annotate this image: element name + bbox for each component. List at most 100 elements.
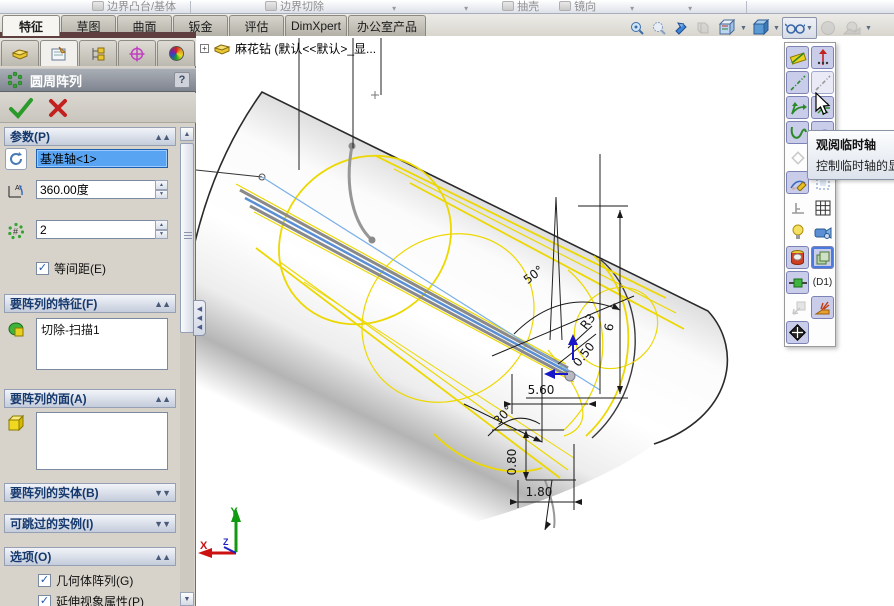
view-axes-icon[interactable] (811, 46, 834, 69)
tab-dimxpert-manager[interactable] (118, 40, 156, 66)
cancel-button[interactable] (48, 98, 68, 118)
list-item[interactable]: 切除-扫描1 (41, 321, 163, 338)
view-lights-icon[interactable] (786, 221, 809, 244)
boundary-cut-icon (265, 1, 277, 11)
features-listbox[interactable]: 切除-扫描1 (36, 318, 168, 370)
features-toolbar: 边界凸台/基体 边界切除 ▾ ▾ 抽壳 镜向 ▾ ▾ (0, 0, 894, 14)
menu-boundary-boss[interactable]: 边界凸台/基体 (86, 0, 182, 13)
view-cameras-icon[interactable] (811, 221, 834, 244)
view-planes-icon[interactable] (786, 46, 809, 69)
tab-evaluate[interactable]: 评估 (229, 15, 284, 36)
curve-handle[interactable] (349, 143, 356, 150)
tab-dimxpert[interactable]: DimXpert (285, 15, 347, 36)
view-curves-icon[interactable] (786, 121, 809, 144)
section-parameters[interactable]: 参数(P) ▲▲ (4, 127, 176, 146)
scrollbar-thumb[interactable] (180, 143, 194, 333)
triad-y-label: Y (230, 506, 238, 518)
panel-scrollbar[interactable]: ▲ ▼ (180, 127, 194, 606)
section-instances-to-skip[interactable]: 可跳过的实例(I) ▼▼ (4, 514, 176, 533)
panel-flyout-arrows[interactable]: ◀ ◀ ◀ (193, 300, 206, 336)
d1-label[interactable]: (D1) (811, 271, 834, 294)
model-cylinder-body[interactable] (196, 92, 727, 558)
section-options[interactable]: 选项(O) ▲▲ (4, 547, 176, 566)
instances-spinner[interactable]: ▲▼ (155, 220, 168, 239)
scroll-up-icon[interactable]: ▲ (180, 127, 194, 141)
faces-listbox[interactable] (36, 412, 168, 470)
propagate-visual-checkbox[interactable]: ✓ 延伸视象属性(P) (38, 593, 144, 606)
view-sensors-icon[interactable] (786, 271, 809, 294)
angle-spinner[interactable]: ▲▼ (155, 180, 168, 199)
menu-shell[interactable]: 抽壳 (496, 0, 545, 13)
view-navigation-icon[interactable] (786, 321, 809, 344)
dropdown-arrow-icon[interactable]: ▼ (865, 25, 874, 32)
display-style-icon[interactable] (749, 18, 773, 38)
part-icon (213, 42, 231, 56)
equal-spacing-checkbox[interactable]: ✓ 等间距(E) (36, 260, 106, 277)
configurations-icon (89, 46, 107, 62)
view-cable-icon[interactable] (786, 296, 809, 319)
dropdown-arrow-icon[interactable]: ▼ (773, 25, 782, 32)
dim-width[interactable]: 1.80 (526, 485, 553, 499)
tab-display-manager[interactable] (157, 40, 195, 66)
menu-boundary-cut[interactable]: 边界切除 (259, 0, 330, 13)
hide-show-items-icon (784, 18, 806, 38)
zoom-to-fit-icon[interactable] (626, 18, 648, 38)
view-decals-icon[interactable] (786, 246, 809, 269)
view-sketch-planes-icon[interactable] (786, 171, 809, 194)
expand-plus-icon[interactable]: + (200, 44, 209, 53)
solidworks-window: 边界凸台/基体 边界切除 ▾ ▾ 抽壳 镜向 ▾ ▾ 特征 草图 曲面 钣金 评… (0, 0, 894, 606)
instances-field[interactable]: 2 (36, 220, 168, 239)
appearances-icon[interactable] (817, 18, 839, 38)
section-features-to-pattern[interactable]: 要阵列的特征(F) ▲▲ (4, 294, 176, 313)
view-temporary-axes-off-icon[interactable] (811, 71, 834, 94)
previous-view-icon[interactable] (670, 18, 692, 38)
view-coordinate-systems-icon[interactable] (786, 96, 809, 119)
dropdown-arrow-icon[interactable]: ▾ (450, 4, 482, 13)
help-button[interactable]: ? (174, 72, 190, 88)
dropdown-arrow-icon[interactable]: ▾ (674, 4, 706, 13)
menu-mirror[interactable]: 镜向 (553, 0, 602, 13)
view-grid-icon[interactable] (811, 196, 834, 219)
expand-chevron-icon: ▼▼ (154, 488, 170, 498)
dropdown-arrow-icon[interactable]: ▼ (740, 25, 749, 32)
hide-show-items-button[interactable]: ▼ (782, 17, 817, 39)
dropdown-arrow-icon[interactable]: ▾ (378, 4, 410, 13)
ok-button[interactable] (8, 97, 34, 119)
tab-property-manager[interactable] (40, 40, 78, 66)
shell-icon (502, 1, 514, 11)
scene-icon[interactable] (839, 18, 865, 38)
geometry-pattern-checkbox[interactable]: ✓ 几何体阵列(G) (38, 572, 133, 589)
property-manager-panel: 圆周阵列 ? 参数(P) ▲▲ 基准轴<1> A 360.00度 ▲▼ # 2 (0, 32, 196, 606)
flyout-arrow-icon: ◀ (197, 305, 202, 314)
view-perpendicular-icon[interactable] (786, 196, 809, 219)
scroll-down-icon[interactable]: ▼ (180, 592, 194, 606)
feature-tree-root-label[interactable]: 麻花钻 (默认<<默认>_显... (235, 40, 376, 57)
curve-handle[interactable] (369, 237, 376, 244)
view-weld-icon[interactable] (811, 296, 834, 319)
axis-selection-field[interactable]: 基准轴<1> (36, 149, 168, 168)
angle-icon: A (5, 180, 27, 202)
dropdown-arrow-icon[interactable]: ▾ (616, 4, 648, 13)
tab-feature-manager[interactable] (1, 40, 39, 66)
view-origins-icon[interactable] (786, 146, 809, 169)
section-faces-to-pattern[interactable]: 要阵列的面(A) ▲▲ (4, 389, 176, 408)
tab-features[interactable]: 特征 (2, 15, 60, 36)
view-temporary-axes-icon[interactable] (786, 71, 809, 94)
property-manager-header: 圆周阵列 ? (0, 68, 196, 92)
scrollbar-grip[interactable] (184, 232, 192, 239)
feature-tree-root[interactable]: + 麻花钻 (默认<<默认>_显... (200, 40, 376, 57)
angle-field[interactable]: 360.00度 (36, 180, 168, 199)
checkbox-checked-icon: ✓ (38, 595, 51, 606)
zoom-to-area-icon[interactable] (648, 18, 670, 38)
tooltip: 观阅临时轴 控制临时轴的显 (807, 130, 894, 180)
view-all-annotations-icon[interactable] (811, 246, 834, 269)
section-bodies-to-pattern[interactable]: 要阵列的实体(B) ▼▼ (4, 483, 176, 502)
dim-height[interactable]: 0.80 (505, 449, 519, 476)
section-view-icon[interactable] (692, 18, 714, 38)
faces-to-pattern-icon (5, 412, 27, 434)
tab-office[interactable]: 办公室产品 (348, 15, 426, 36)
tab-configuration-manager[interactable] (79, 40, 117, 66)
instance-count-icon: # (5, 220, 27, 242)
dim-length[interactable]: 5.60 (528, 383, 555, 397)
view-orientation-icon[interactable] (714, 18, 740, 38)
